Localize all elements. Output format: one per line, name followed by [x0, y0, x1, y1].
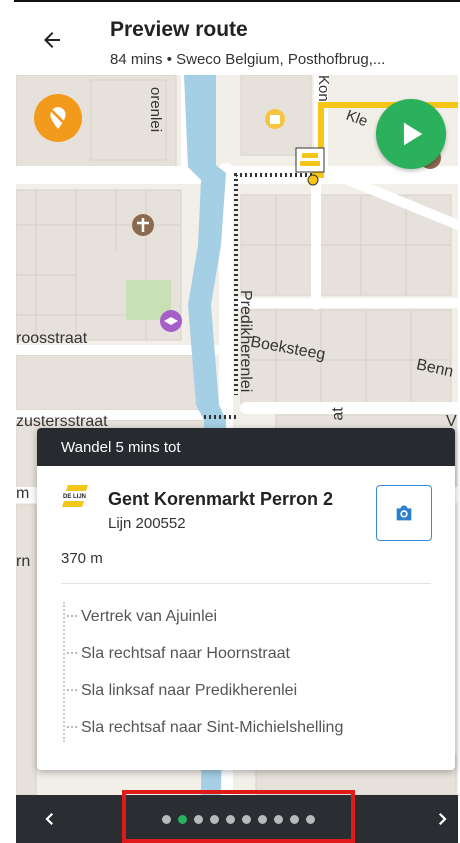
street-view-button[interactable]: [376, 485, 432, 541]
step-text: Sla rechtsaf naar Hoornstraat: [81, 645, 290, 662]
chevron-left-icon: [45, 812, 54, 826]
camera-icon: [396, 505, 412, 521]
previous-step-button[interactable]: [38, 807, 62, 831]
de-lijn-logo-icon: DE LIJN: [60, 483, 92, 513]
step-connector-icon: [67, 689, 77, 691]
street-label-roosstraat: roosstraat: [16, 330, 88, 347]
street-label-korenlei: orenlei: [147, 87, 164, 133]
chevron-right-icon: [438, 812, 447, 826]
page-dot[interactable]: [274, 815, 283, 824]
play-icon: [403, 122, 423, 146]
step-connector-icon: [67, 652, 77, 654]
start-navigation-button[interactable]: [376, 99, 446, 169]
step-connector-icon: [67, 726, 77, 728]
list-item: Sla rechtsaf naar Sint-Michielshelling: [61, 709, 431, 746]
page-dot[interactable]: [290, 815, 299, 824]
list-item: Vertrek van Ajuinlei: [61, 598, 431, 635]
page-dot[interactable]: [258, 815, 267, 824]
walk-distance: 370 m: [61, 550, 103, 567]
svg-text:DE LIJN: DE LIJN: [63, 494, 86, 500]
page-indicator[interactable]: [162, 815, 315, 824]
walking-steps-list: Vertrek van Ajuinlei Sla rechtsaf naar H…: [61, 598, 431, 746]
walk-duration-header: Wandel 5 mins tot: [37, 428, 455, 466]
step-connector-icon: [67, 615, 77, 617]
arrow-left-icon: [44, 32, 60, 48]
page-dot[interactable]: [210, 815, 219, 824]
step-pager-bar: [16, 795, 458, 843]
street-label-rn: rn: [16, 553, 31, 570]
street-label-kon: Kon: [315, 75, 332, 102]
page-dot[interactable]: [242, 815, 251, 824]
page-dot[interactable]: [162, 815, 171, 824]
walk-instruction-card: Wandel 5 mins tot DE LIJN Gent Korenmark…: [37, 428, 455, 770]
next-step-button[interactable]: [430, 807, 454, 831]
location-off-button[interactable]: [34, 94, 82, 142]
page-dot[interactable]: [194, 815, 203, 824]
location-off-icon: [49, 107, 67, 129]
top-app-bar: Preview route 84 mins • Sweco Belgium, P…: [16, 2, 458, 75]
stop-name: Gent Korenmarkt Perron 2: [108, 489, 334, 509]
stop-line-number: Lijn 200552: [108, 515, 186, 532]
street-label-at: at: [329, 407, 347, 421]
step-text: Sla linksaf naar Predikherenlei: [81, 682, 298, 699]
page-title: Preview route: [110, 18, 248, 41]
step-text: Sla rechtsaf naar Sint-Michielshelling: [81, 719, 344, 736]
divider: [61, 583, 431, 584]
list-item: Sla rechtsaf naar Hoornstraat: [61, 635, 431, 672]
page-dot[interactable]: [306, 815, 315, 824]
step-text: Vertrek van Ajuinlei: [81, 608, 218, 625]
route-summary: 84 mins • Sweco Belgium, Posthofbrug,...: [110, 51, 386, 68]
page-dot[interactable]: [178, 815, 187, 824]
list-item: Sla linksaf naar Predikherenlei: [61, 672, 431, 709]
street-label-m: m: [16, 485, 30, 502]
page-dot[interactable]: [226, 815, 235, 824]
back-button[interactable]: [36, 24, 68, 56]
